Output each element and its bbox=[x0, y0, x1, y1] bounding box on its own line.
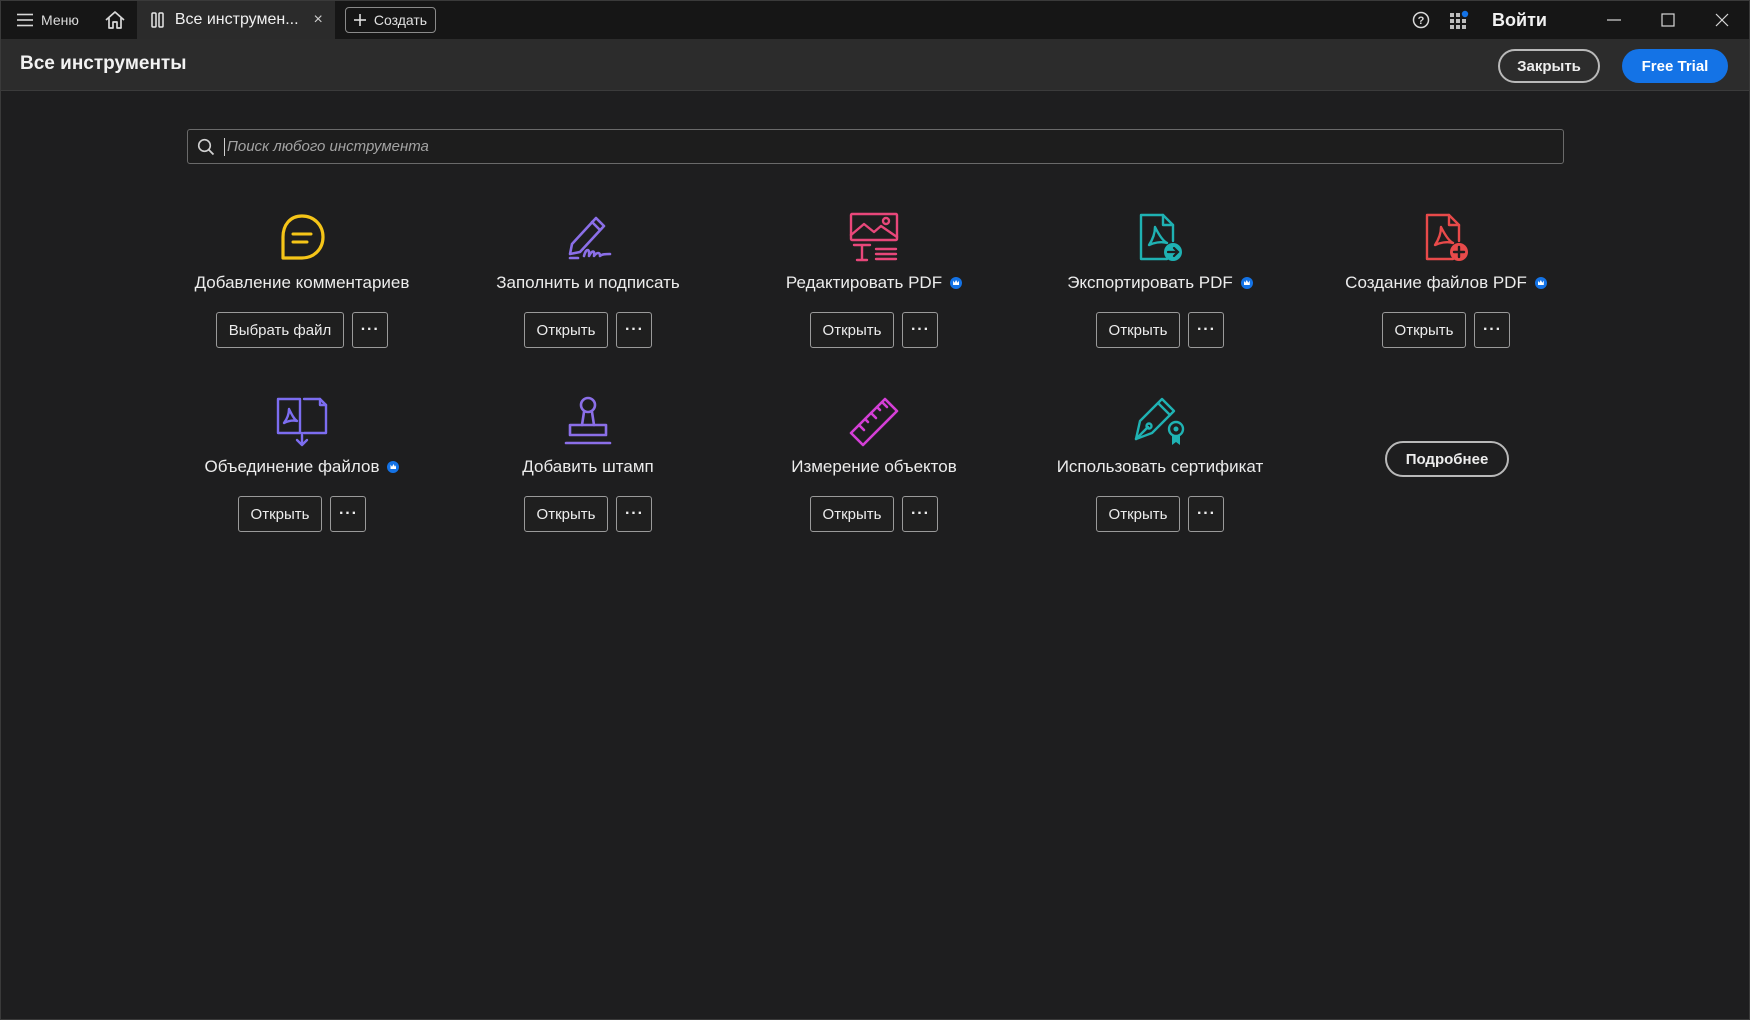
plus-icon bbox=[353, 14, 366, 26]
page-title: Все инструменты bbox=[20, 53, 187, 74]
tool-name: Редактировать PDF bbox=[785, 273, 943, 292]
more-options-button[interactable]: ··· bbox=[1474, 312, 1511, 348]
edit-pdf-icon bbox=[849, 212, 899, 262]
minimize-icon bbox=[1607, 19, 1621, 21]
export-pdf-icon bbox=[1139, 213, 1182, 261]
svg-text:?: ? bbox=[1418, 15, 1425, 27]
combine-files-icon bbox=[276, 397, 328, 447]
tool-name: Использовать сертификат bbox=[1056, 457, 1264, 476]
choose-file-button[interactable]: Выбрать файл bbox=[215, 312, 345, 348]
more-options-button[interactable]: ··· bbox=[902, 496, 939, 532]
tool-name: Объединение файлов bbox=[204, 457, 380, 476]
close-tools-button[interactable]: Закрыть bbox=[1498, 49, 1600, 83]
create-button[interactable]: Создать bbox=[344, 7, 437, 33]
free-trial-button[interactable]: Free Trial bbox=[1622, 49, 1728, 83]
search-input[interactable] bbox=[224, 137, 1563, 156]
minimize-button[interactable] bbox=[1587, 1, 1641, 39]
premium-crown-icon bbox=[1240, 277, 1253, 289]
tool-create-pdf: Создание файлов PDF Открыть ··· bbox=[1303, 211, 1589, 348]
comment-icon bbox=[281, 214, 325, 260]
home-icon bbox=[105, 11, 125, 29]
premium-crown-icon bbox=[950, 277, 963, 289]
tool-name: Экспортировать PDF bbox=[1067, 273, 1233, 292]
help-icon: ? bbox=[1412, 11, 1430, 29]
ruler-icon bbox=[849, 397, 899, 447]
close-window-button[interactable] bbox=[1695, 1, 1749, 39]
open-button[interactable]: Открыть bbox=[523, 496, 609, 532]
open-button[interactable]: Открыть bbox=[809, 312, 895, 348]
tool-add-comments: Добавление комментариев Выбрать файл ··· bbox=[159, 211, 445, 348]
tool-name: Добавить штамп bbox=[522, 457, 654, 476]
premium-crown-icon bbox=[1534, 277, 1547, 289]
tab-all-tools[interactable]: Все инструмен... × bbox=[136, 1, 335, 39]
help-button[interactable]: ? bbox=[1402, 1, 1440, 39]
open-button[interactable]: Открыть bbox=[1381, 312, 1467, 348]
open-button[interactable]: Открыть bbox=[237, 496, 323, 532]
open-button[interactable]: Открыть bbox=[1095, 312, 1181, 348]
tool-add-stamp: Добавить штамп Открыть ··· bbox=[445, 395, 731, 532]
title-bar-right: ? Войти bbox=[1402, 1, 1749, 39]
close-icon bbox=[1715, 13, 1729, 27]
tab-close-icon[interactable]: × bbox=[314, 11, 323, 29]
more-options-button[interactable]: ··· bbox=[616, 312, 653, 348]
open-button[interactable]: Открыть bbox=[809, 496, 895, 532]
tool-fill-sign: Заполнить и подписать Открыть ··· bbox=[445, 211, 731, 348]
menu-button[interactable]: Меню bbox=[1, 1, 93, 39]
page-header: Все инструменты Закрыть Free Trial bbox=[1, 39, 1749, 91]
more-options-button[interactable]: ··· bbox=[352, 312, 389, 348]
create-pdf-icon bbox=[1425, 213, 1468, 261]
more-info-button[interactable]: Подробнее bbox=[1385, 441, 1509, 477]
apps-button[interactable] bbox=[1440, 1, 1478, 39]
tool-measure-objects: Измерение объектов Открыть ··· bbox=[731, 395, 1017, 532]
more-options-button[interactable]: ··· bbox=[330, 496, 367, 532]
document-icon bbox=[151, 12, 164, 28]
open-button[interactable]: Открыть bbox=[1095, 496, 1181, 532]
open-button[interactable]: Открыть bbox=[523, 312, 609, 348]
create-label: Создать bbox=[373, 12, 428, 28]
more-options-button[interactable]: ··· bbox=[1188, 496, 1225, 532]
title-bar: Меню Все инструмен... × Создать ? Войти bbox=[1, 1, 1749, 39]
more-options-button[interactable]: ··· bbox=[616, 496, 653, 532]
more-options-button[interactable]: ··· bbox=[902, 312, 939, 348]
maximize-button[interactable] bbox=[1641, 1, 1695, 39]
certificate-pen-icon bbox=[1134, 397, 1185, 445]
maximize-icon bbox=[1661, 13, 1675, 27]
tool-edit-pdf: Редактировать PDF Открыть ··· bbox=[731, 211, 1017, 348]
tool-combine-files: Объединение файлов Открыть ··· bbox=[159, 395, 445, 532]
tool-name: Измерение объектов bbox=[791, 457, 957, 476]
signin-button[interactable]: Войти bbox=[1492, 10, 1547, 31]
app-window: Меню Все инструмен... × Создать ? Войти … bbox=[0, 0, 1750, 1020]
hamburger-icon bbox=[17, 13, 33, 27]
tool-name: Добавление комментариев bbox=[194, 273, 410, 292]
tool-search-box[interactable] bbox=[187, 129, 1564, 164]
sign-pen-icon bbox=[568, 216, 612, 260]
tool-use-certificate: Использовать сертификат Открыть ··· bbox=[1017, 395, 1303, 532]
premium-crown-icon bbox=[387, 461, 400, 473]
more-options-button[interactable]: ··· bbox=[1188, 312, 1225, 348]
search-icon bbox=[188, 138, 224, 156]
menu-label: Меню bbox=[41, 12, 79, 28]
stamp-icon bbox=[564, 396, 612, 445]
tool-export-pdf: Экспортировать PDF Открыть ··· bbox=[1017, 211, 1303, 348]
home-button[interactable] bbox=[93, 1, 137, 39]
apps-icon bbox=[1450, 10, 1469, 29]
tab-label: Все инструмен... bbox=[174, 11, 299, 28]
tool-name: Заполнить и подписать bbox=[496, 273, 680, 292]
tool-name: Создание файлов PDF bbox=[1345, 273, 1527, 292]
